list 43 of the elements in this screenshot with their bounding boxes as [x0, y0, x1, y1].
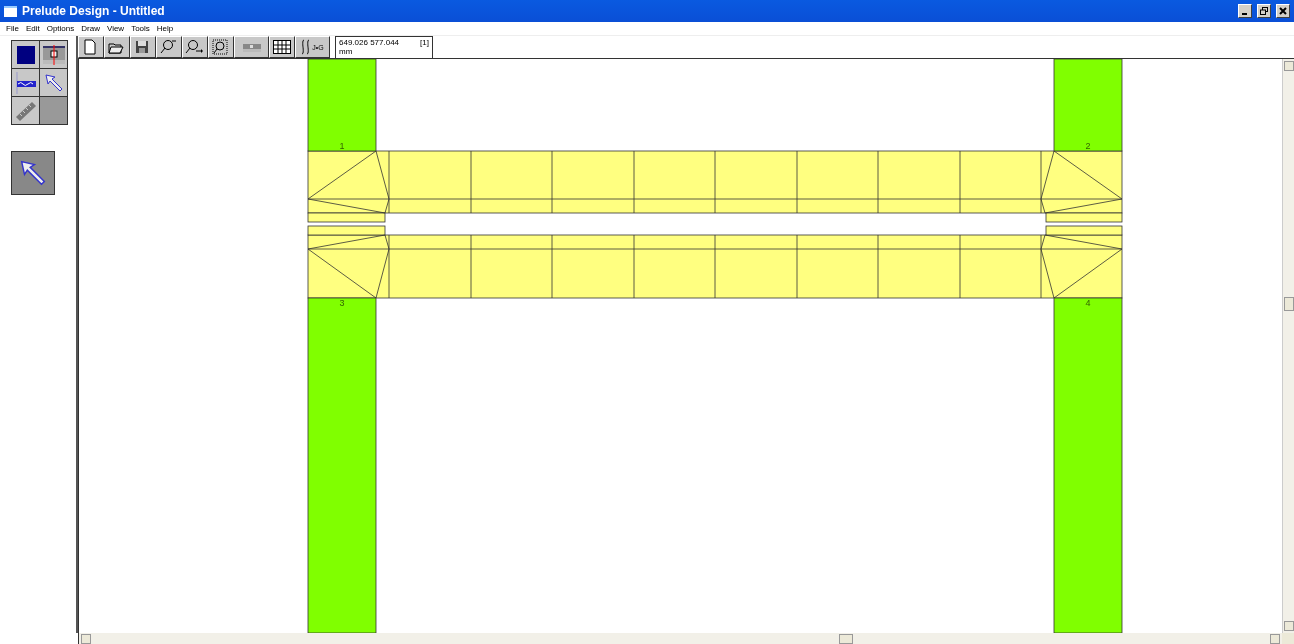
magnifier-arrow-icon	[185, 38, 205, 56]
column-label: 2	[1085, 141, 1091, 151]
scrollbar-corner	[1282, 633, 1294, 644]
swatch-button[interactable]	[12, 41, 39, 68]
member-button[interactable]	[40, 41, 67, 68]
save-button[interactable]	[130, 36, 156, 58]
active-tool-button[interactable]	[11, 151, 55, 195]
coordinate-text: 649.026 577.044 mm	[339, 38, 401, 57]
new-button[interactable]	[78, 36, 104, 58]
window-title: Prelude Design - Untitled	[22, 4, 165, 18]
restore-button[interactable]	[1257, 4, 1271, 18]
restore-icon	[1260, 7, 1268, 15]
open-button[interactable]	[104, 36, 130, 58]
column-label: 4	[1085, 298, 1091, 308]
close-icon	[1279, 7, 1287, 15]
magnifier-icon	[159, 38, 179, 56]
column-label: 1	[339, 141, 345, 151]
menu-item[interactable]: Help	[156, 24, 174, 33]
load-button[interactable]	[12, 69, 39, 96]
integral-icon	[301, 39, 312, 55]
menu-item[interactable]: Edit	[25, 24, 40, 33]
layer-text: [1]	[420, 38, 429, 49]
menu-item[interactable]: Draw	[81, 24, 100, 33]
section-button[interactable]	[234, 36, 269, 58]
member-icon	[41, 42, 66, 67]
zoom-frame-icon	[211, 38, 231, 56]
load-icon	[13, 70, 38, 95]
column-label: 3	[339, 298, 345, 308]
vertical-scrollbar[interactable]	[1282, 59, 1294, 633]
menu-item[interactable]: View	[106, 24, 125, 33]
minimize-button[interactable]	[1238, 4, 1252, 18]
zoom-pan-button[interactable]	[182, 36, 208, 58]
close-button[interactable]	[1276, 4, 1290, 18]
grid-button[interactable]	[269, 36, 295, 58]
menu-item[interactable]: Options	[46, 24, 75, 33]
grid-icon	[272, 38, 292, 56]
pointer-button[interactable]	[40, 69, 67, 96]
app-icon	[4, 5, 17, 17]
horizontal-scrollbar[interactable]	[79, 633, 1282, 644]
menu-item[interactable]: Tools	[131, 24, 150, 33]
menu-item[interactable]: File	[6, 24, 19, 33]
zoom-fit-button[interactable]	[208, 36, 234, 58]
zoom-button[interactable]	[156, 36, 182, 58]
